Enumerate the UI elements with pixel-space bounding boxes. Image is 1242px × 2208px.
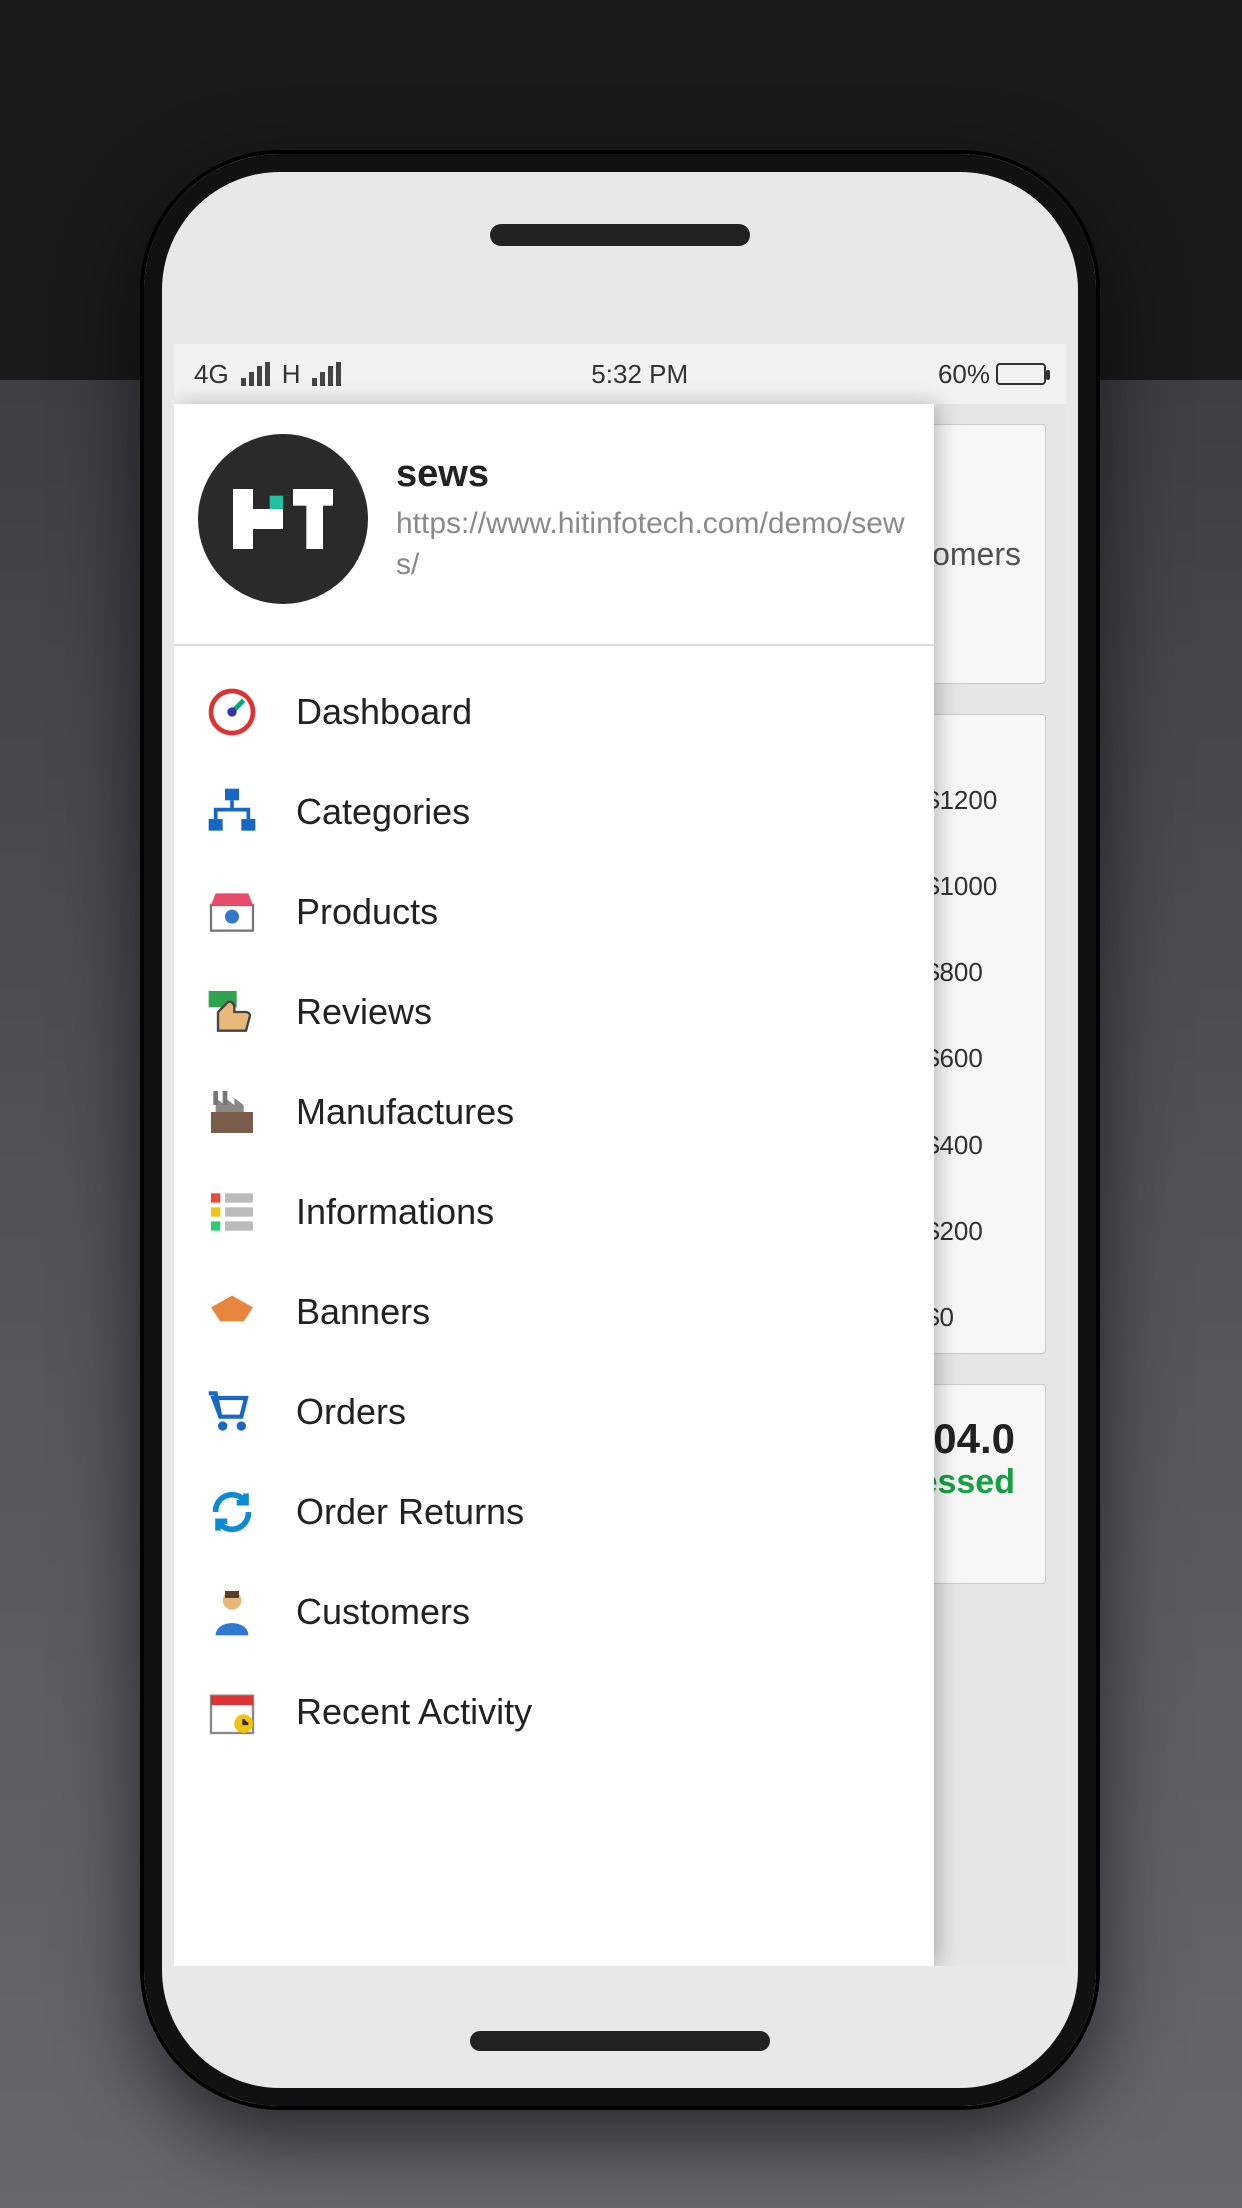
menu-item-reviews[interactable]: Reviews [174, 962, 934, 1062]
phone-frame: 4G H 5:32 PM 60% omers 019 $1200$1000$80… [140, 150, 1100, 2110]
axis-tick: $1000 [925, 871, 1025, 902]
menu-item-label: Categories [296, 791, 470, 833]
menu-item-label: Manufactures [296, 1091, 514, 1133]
battery-pct: 60% [938, 359, 990, 390]
customers-label-partial: omers [932, 536, 1021, 573]
cart-icon [204, 1384, 260, 1440]
menu-item-recent-activity[interactable]: Recent Activity [174, 1662, 934, 1762]
thumbs-up-icon [204, 984, 260, 1040]
axis-tick: $400 [925, 1130, 1025, 1161]
menu-item-label: Order Returns [296, 1491, 524, 1533]
battery-icon [996, 363, 1046, 385]
store-name: sews [396, 453, 910, 496]
menu-item-label: Dashboard [296, 691, 472, 733]
refresh-icon [204, 1484, 260, 1540]
store-logo [198, 434, 368, 604]
menu-item-products[interactable]: Products [174, 862, 934, 962]
clock: 5:32 PM [591, 359, 688, 390]
menu-item-dashboard[interactable]: Dashboard [174, 662, 934, 762]
menu-item-label: Customers [296, 1591, 470, 1633]
signal-icon [241, 362, 270, 386]
signal2-icon [312, 362, 341, 386]
menu-item-label: Products [296, 891, 438, 933]
banner-icon [204, 1284, 260, 1340]
calendar-icon [204, 1684, 260, 1740]
menu-item-customers[interactable]: Customers [174, 1562, 934, 1662]
store-url: https://www.hitinfotech.com/demo/sews/ [396, 504, 910, 585]
drawer-menu: Dashboard Categories Products Reviews Manufa… [174, 646, 934, 1966]
menu-item-banners[interactable]: Banners [174, 1262, 934, 1362]
axis-tick: $800 [925, 957, 1025, 988]
menu-item-manufactures[interactable]: Manufactures [174, 1062, 934, 1162]
menu-item-label: Reviews [296, 991, 432, 1033]
person-icon [204, 1584, 260, 1640]
axis-tick: $200 [925, 1216, 1025, 1247]
profile-header[interactable]: sews https://www.hitinfotech.com/demo/se… [174, 404, 934, 646]
axis-tick: $600 [925, 1043, 1025, 1074]
list-icon [204, 1184, 260, 1240]
menu-item-label: Banners [296, 1291, 430, 1333]
storefront-icon [204, 884, 260, 940]
menu-item-categories[interactable]: Categories [174, 762, 934, 862]
network-label: 4G [194, 359, 229, 390]
status-bar: 4G H 5:32 PM 60% [174, 344, 1066, 404]
chart-axis: $1200 $1000 $800 $600 $400 $200 $0 [925, 785, 1025, 1333]
factory-icon [204, 1084, 260, 1140]
network2-label: H [282, 359, 301, 390]
axis-tick: $1200 [925, 785, 1025, 816]
gauge-icon [204, 684, 260, 740]
side-drawer: sews https://www.hitinfotech.com/demo/se… [174, 404, 934, 1966]
menu-item-orders[interactable]: Orders [174, 1362, 934, 1462]
menu-item-label: Informations [296, 1191, 494, 1233]
menu-item-informations[interactable]: Informations [174, 1162, 934, 1262]
menu-item-label: Orders [296, 1391, 406, 1433]
axis-tick: $0 [925, 1302, 1025, 1333]
hierarchy-icon [204, 784, 260, 840]
menu-item-label: Recent Activity [296, 1691, 532, 1733]
screen: 4G H 5:32 PM 60% omers 019 $1200$1000$80… [174, 344, 1066, 1966]
menu-item-order-returns[interactable]: Order Returns [174, 1462, 934, 1562]
